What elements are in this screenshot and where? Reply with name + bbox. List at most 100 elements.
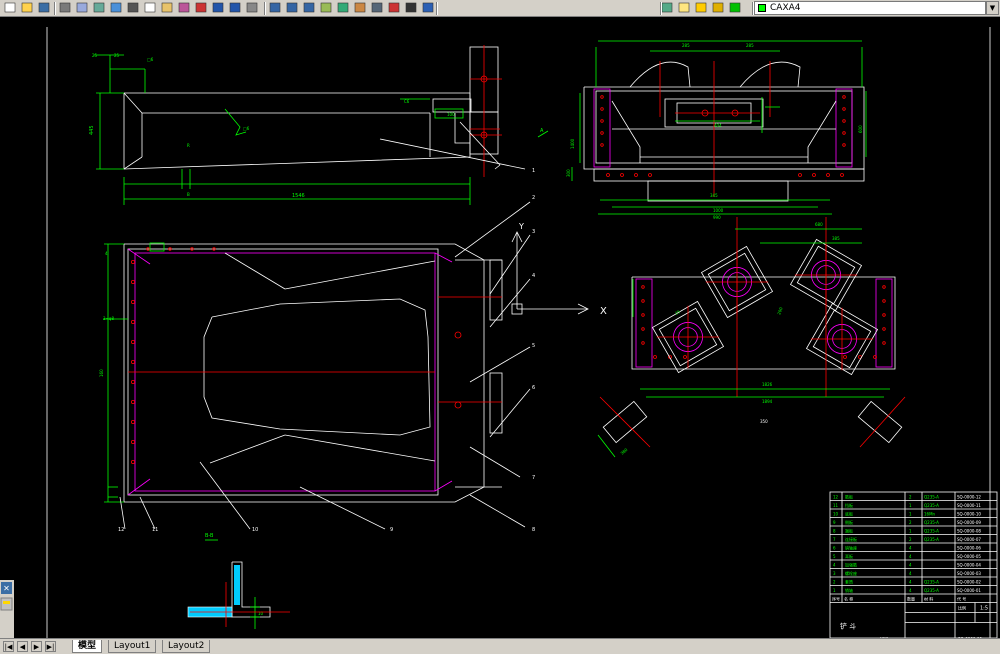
part-number: 11 [152,527,158,533]
dimension-text: 445 [89,125,95,135]
properties-icon[interactable] [319,1,334,15]
redo-icon[interactable] [228,1,243,15]
dimension-text: C6 [404,99,410,104]
publish-icon[interactable] [92,1,107,15]
zoom-previous-icon[interactable] [302,1,317,15]
zoom-window-icon[interactable] [285,1,300,15]
tool-palette-icon[interactable] [353,1,368,15]
bolt-hole [130,339,135,344]
next-tab-icon[interactable]: ▶ [31,641,42,652]
title-block-title: 铲 斗 [840,622,856,631]
layer-dropdown-arrow-icon[interactable]: ▼ [986,1,999,15]
dimension-text: 25 [92,53,98,58]
bolt-hole [882,285,886,289]
zoom-realtime-icon[interactable] [268,1,283,15]
markup-icon[interactable] [387,1,402,15]
title-block-qty: 2 [909,495,912,500]
side-toolbar: ✕ [0,580,14,638]
title-block-name: 侧板 [845,519,853,525]
drawing-canvas[interactable]: 1546 445 25 25 □6 C6 100 □6 R B 1 A 160 3~φ8 4 2 3 4 5 6 7 8 9… [0,17,1000,638]
bolt-hole [600,95,604,99]
paste-icon[interactable] [160,1,175,15]
cut-icon[interactable] [126,1,141,15]
layer-name: CAXA4 [770,3,801,13]
cad-drawing[interactable]: 154644525 25□6C6100□6RB1A1603~φ8423456789… [0,17,1000,638]
title-block-code: SQ-0000-03 [957,571,981,576]
dimension-text: □6 [243,126,250,131]
svg-text:✕: ✕ [3,584,10,593]
tab-layout2[interactable]: Layout2 [162,640,211,653]
front-view-outline [123,92,471,170]
dimension-text: B [187,192,190,197]
title-block-name: 套筒 [845,579,853,585]
bolt-hole [882,327,886,331]
layer-dropdown[interactable]: CAXA4 [754,1,986,15]
bolt-hole [842,143,846,147]
globe-icon[interactable] [109,1,124,15]
part-number: 2 [532,195,535,201]
title-block-material: Q235-A [924,537,939,542]
dimension-text: 100 [447,112,455,117]
title-block-material: Q235-A [924,495,939,500]
section-label: B-B [205,533,214,539]
title-block-name: 销轴座 [845,545,857,551]
color-square-icon[interactable] [728,1,743,15]
dimension-text: 1546 [292,193,305,199]
title-block-code: SQ-0000-06 [957,546,981,551]
bolt-hole [842,107,846,111]
first-tab-icon[interactable]: |◀ [3,641,14,652]
title-block-no: 12 [833,495,839,500]
bolt-hole [600,119,604,123]
sun-icon[interactable] [694,1,709,15]
bolt-hole [130,379,135,384]
undo-icon[interactable] [211,1,226,15]
bolt-hole [842,95,846,99]
dimension-text: □6 [147,57,154,62]
plan-view-ear [489,372,503,434]
layer-manager-icon[interactable] [660,1,675,15]
print-icon[interactable] [58,1,73,15]
plan-view-opening [203,298,431,436]
title-block-name: 销轴 [845,587,853,593]
tab-layout1[interactable]: Layout1 [108,640,157,653]
title-block-code: SQ-0000-05 [957,554,981,559]
match-properties-icon[interactable] [177,1,192,15]
title-block-material: Q235-A [924,503,939,508]
calculator-icon[interactable] [404,1,419,15]
dimension-text: 600 [858,125,863,133]
bolt-hole [130,399,135,404]
copy-icon[interactable] [143,1,158,15]
lock-icon[interactable] [711,1,726,15]
plan-view-ear [489,259,503,321]
plot-preview-icon[interactable] [75,1,90,15]
pan-icon[interactable] [245,1,260,15]
bolt-hole [600,107,604,111]
drawing-outline [454,113,470,144]
bulb-icon[interactable] [677,1,692,15]
bolt-hole [641,327,645,331]
last-tab-icon[interactable]: ▶| [45,641,56,652]
tab-model[interactable]: 模型 [72,640,103,653]
prev-tab-icon[interactable]: ◀ [17,641,28,652]
help-icon[interactable] [421,1,436,15]
brush-icon[interactable] [194,1,209,15]
open-icon[interactable] [20,1,35,15]
bolt-hole [882,313,886,317]
leader-line [489,278,531,328]
section-hatch [234,565,240,605]
part-number: 4 [532,273,535,279]
title-block-header: 材 料 [924,596,933,602]
toolbar-separator [660,2,662,15]
save-icon[interactable] [37,1,52,15]
drawing-outline [807,100,837,163]
plan-view-outline [123,243,485,503]
sheetset-icon[interactable] [370,1,385,15]
title-block-name: 螺栓座 [845,570,857,576]
design-center-icon[interactable] [336,1,351,15]
title-block-header: 名 称 [844,596,853,602]
title-block-code: SQ-0000-01 [957,588,981,593]
bolt-hole [842,119,846,123]
title-block-code: SQ-0000-07 [957,537,981,542]
new-icon[interactable] [3,1,18,15]
part-number: 4 [105,251,108,256]
